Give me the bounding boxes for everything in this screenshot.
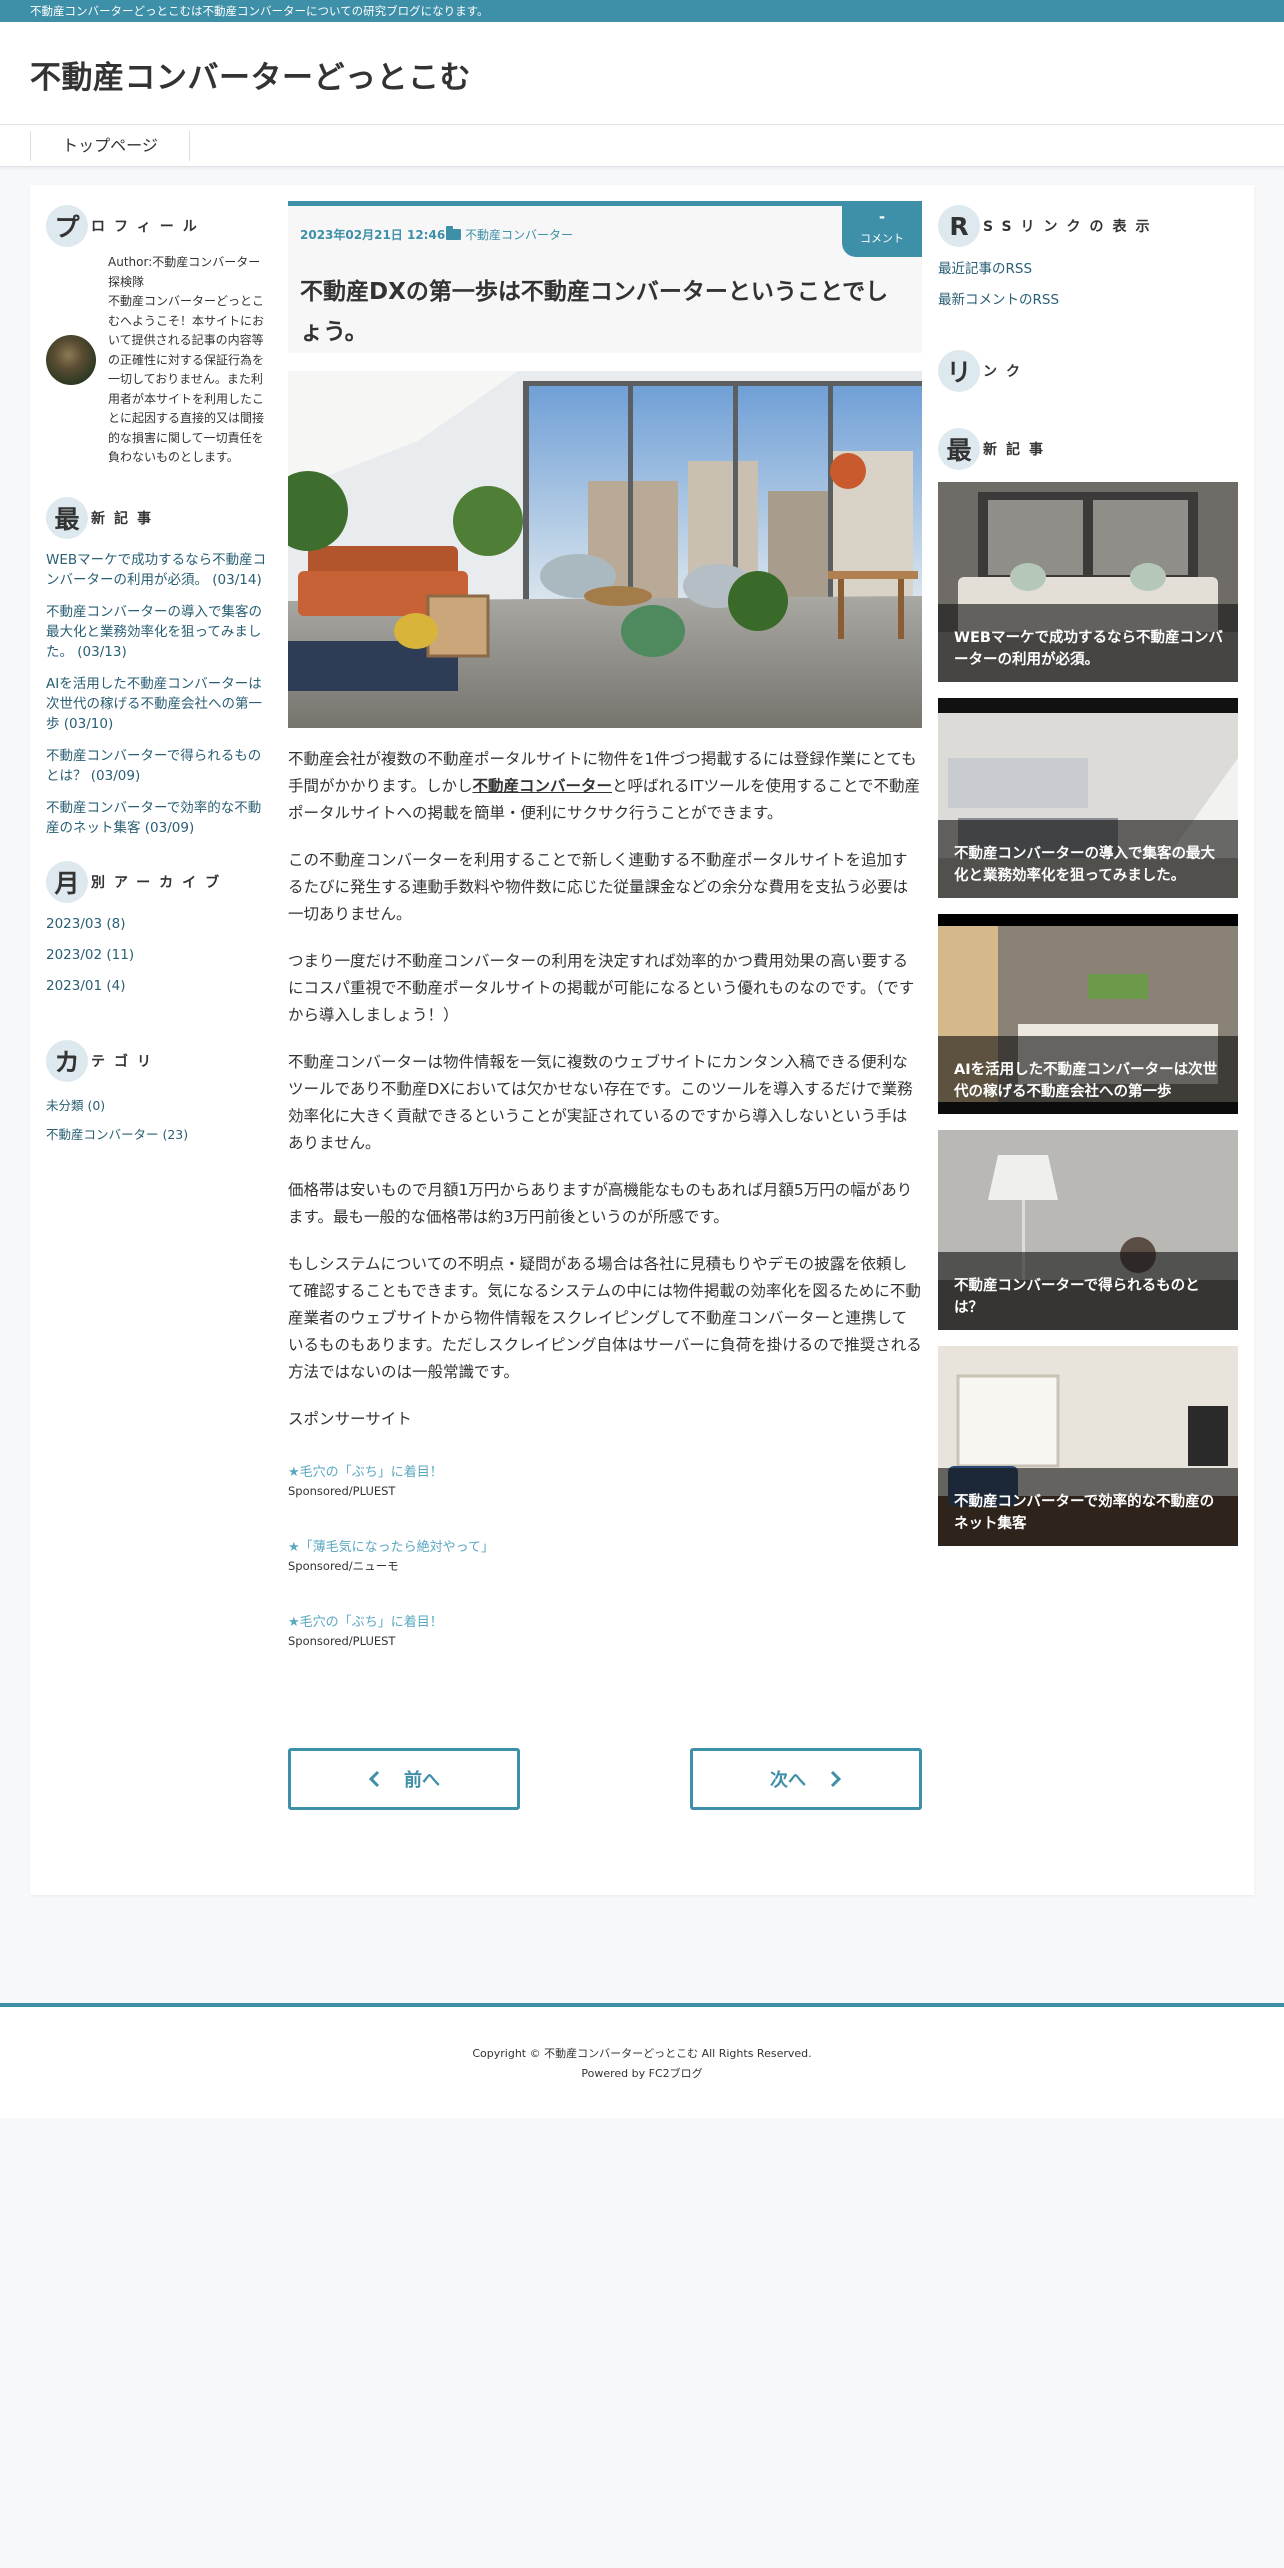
ad-source: Sponsored/ニューモ xyxy=(288,1559,399,1573)
sponsor-heading: スポンサーサイト xyxy=(288,1410,412,1428)
archive-title-rest: 別アーカイブ xyxy=(91,875,229,891)
archive-link[interactable]: 2023/03 (8) xyxy=(46,916,274,947)
recent-post-link[interactable]: 不動産コンバーターで効率的な不動産のネット集客 (03/09) xyxy=(46,798,274,838)
recent-post-card[interactable]: WEBマーケで成功するなら不動産コンバーターの利用が必須。 xyxy=(938,482,1238,682)
main-container: プ ロフィール Author:不動産コンバーター探検隊不動産コンバーターどっとこ… xyxy=(30,185,1254,1895)
recent-post-card[interactable]: 不動産コンバーターの導入で集客の最大化と業務効率化を狙ってみました。 xyxy=(938,698,1238,898)
card-caption: 不動産コンバーターで効率的な不動産のネット集客 xyxy=(938,1468,1238,1546)
living-room-illustration xyxy=(288,371,922,728)
rss-widget-title: R SSリンクの表示 xyxy=(938,205,1159,247)
recent-post-link[interactable]: 不動産コンバーターで得られるものとは？ (03/09) xyxy=(46,746,274,786)
recent-cards-title-initial: 最 xyxy=(938,428,980,470)
recent-posts-list: WEBマーケで成功するなら不動産コンバーターの利用が必須。 (03/14) 不動… xyxy=(46,550,274,850)
links-widget-title: リ ンク xyxy=(938,350,1029,392)
recent-cards-widget-title: 最 新記事 xyxy=(938,428,1052,470)
sponsored-ad: ★「薄毛気になったら絶対やって」 Sponsored/ニューモ xyxy=(288,1538,922,1575)
card-caption: AIを活用した不動産コンバーターは次世代の稼げる不動産会社への第一歩 xyxy=(938,1036,1238,1114)
sponsored-ad: ★毛穴の「ぶち」に着目！ Sponsored/PLUEST xyxy=(288,1463,922,1500)
article-paragraph: 不動産会社が複数の不動産ポータルサイトに物件を1件づつ掲載するには登録作業にとて… xyxy=(288,746,922,827)
profile-title-initial: プ xyxy=(46,205,88,247)
archive-widget-title: 月 別アーカイブ xyxy=(46,861,228,903)
article-paragraph: 不動産コンバーターは物件情報を一気に複数のウェブサイトにカンタン入稿できる便利な… xyxy=(288,1053,913,1152)
recent-post-link[interactable]: AIを活用した不動産コンバーターは次世代の稼げる不動産会社への第一歩 (03/1… xyxy=(46,674,274,734)
next-label: 次へ xyxy=(770,1770,806,1791)
global-nav: トップページ xyxy=(0,124,1284,167)
rss-recent-posts-link[interactable]: 最近記事のRSS xyxy=(938,257,1032,277)
links-title-rest: ンク xyxy=(983,364,1029,380)
ad-source: Sponsored/PLUEST xyxy=(288,1484,396,1498)
profile-text: Author:不動産コンバーター探検隊不動産コンバーターどっとこむへようこそ！本… xyxy=(108,253,268,468)
profile-title-rest: ロフィール xyxy=(91,219,206,235)
site-tagline: 不動産コンバーターどっとこむは不動産コンバーターについての研究ブログになります。 xyxy=(30,4,489,18)
category-link[interactable]: 未分類 (0) xyxy=(46,1095,274,1124)
powered-by: Powered by FC2ブログ xyxy=(581,2067,703,2080)
site-header: 不動産コンバーターどっとこむ xyxy=(0,22,1284,124)
recent-post-card[interactable]: AIを活用した不動産コンバーターは次世代の稼げる不動産会社への第一歩 xyxy=(938,914,1238,1114)
article-category-label: 不動産コンバーター xyxy=(465,228,574,242)
comment-count-tab[interactable]: - コメント xyxy=(842,201,922,257)
article-paragraph: 価格帯は安いもので月額1万円からありますが高機能なものもあれば月額5万円の幅があ… xyxy=(288,1181,913,1226)
comment-label: コメント xyxy=(860,232,904,245)
copyright: Copyright © 不動産コンバーターどっとこむ All Rights Re… xyxy=(472,2047,812,2060)
article-paragraph: つまり一度だけ不動産コンバーターの利用を決定すれば効率的かつ費用効果の高い要する… xyxy=(288,952,915,1024)
article-date: 2023年02月21日 12:46 xyxy=(300,228,446,242)
profile-line: Author:不動産コンバーター探検隊 xyxy=(108,255,261,289)
site-footer: Copyright © 不動産コンバーターどっとこむ All Rights Re… xyxy=(0,2003,1284,2118)
archive-title-initial: 月 xyxy=(46,861,88,903)
ad-source: Sponsored/PLUEST xyxy=(288,1634,396,1648)
keyword-link[interactable]: 不動産コンバーター xyxy=(472,777,612,795)
article-header: 2023年02月21日 12:46 不動産コンバーター - コメント 不動産DX… xyxy=(288,201,922,353)
comment-count: - xyxy=(878,208,886,226)
profile-widget-title: プ ロフィール xyxy=(46,205,206,247)
article-category-link[interactable]: 不動産コンバーター xyxy=(446,226,573,243)
rss-title-initial: R xyxy=(938,205,980,247)
recent-post-card[interactable]: 不動産コンバーターで得られるものとは？ xyxy=(938,1130,1238,1330)
prev-page-button[interactable]: 前へ xyxy=(288,1748,520,1810)
next-page-button[interactable]: 次へ xyxy=(690,1748,922,1810)
folder-icon xyxy=(446,226,461,240)
recent-cards-title-rest: 新記事 xyxy=(983,442,1052,458)
archive-link[interactable]: 2023/01 (4) xyxy=(46,978,274,1009)
rss-recent-comments-link[interactable]: 最新コメントのRSS xyxy=(938,288,1059,308)
nav-item-top-page[interactable]: トップページ xyxy=(30,131,190,161)
site-tagline-bar: 不動産コンバーターどっとこむは不動産コンバーターについての研究ブログになります。 xyxy=(0,0,1284,22)
chevron-left-icon xyxy=(368,1770,380,1788)
category-list: 未分類 (0) 不動産コンバーター (23) xyxy=(46,1095,274,1155)
profile-line: 不動産コンバーターどっとこむへようこそ！本サイトにおいて提供される記事の内容等の… xyxy=(108,294,265,464)
rss-title-rest: SSリンクの表示 xyxy=(983,219,1159,235)
card-caption: WEBマーケで成功するなら不動産コンバーターの利用が必須。 xyxy=(938,604,1238,682)
ad-title-link[interactable]: ★毛穴の「ぶち」に着目！ xyxy=(288,1463,922,1483)
article-hero-image xyxy=(288,371,922,728)
sponsored-ad: ★毛穴の「ぶち」に着目！ Sponsored/PLUEST xyxy=(288,1613,922,1650)
archive-link[interactable]: 2023/02 (11) xyxy=(46,947,274,978)
recent-post-card[interactable]: 不動産コンバーターで効率的な不動産のネット集客 xyxy=(938,1346,1238,1546)
chevron-right-icon xyxy=(830,1770,842,1788)
links-title-initial: リ xyxy=(938,350,980,392)
ad-title-link[interactable]: ★毛穴の「ぶち」に着目！ xyxy=(288,1613,922,1633)
prev-label: 前へ xyxy=(404,1770,440,1791)
article-title: 不動産DXの第一歩は不動産コンバーターということでしょう。 xyxy=(300,279,889,345)
ad-title-link[interactable]: ★「薄毛気になったら絶対やって」 xyxy=(288,1538,922,1558)
article-body: 不動産会社が複数の不動産ポータルサイトに物件を1件づつ掲載するには登録作業にとて… xyxy=(288,746,922,1688)
category-title-rest: テゴリ xyxy=(91,1054,160,1070)
recent-title-rest: 新記事 xyxy=(91,511,160,527)
category-title-initial: カ xyxy=(46,1040,88,1082)
card-caption: 不動産コンバーターで得られるものとは？ xyxy=(938,1252,1238,1330)
category-link[interactable]: 不動産コンバーター (23) xyxy=(46,1124,274,1155)
card-caption: 不動産コンバーターの導入で集客の最大化と業務効率化を狙ってみました。 xyxy=(938,820,1238,898)
archive-list: 2023/03 (8) 2023/02 (11) 2023/01 (4) xyxy=(46,916,274,1009)
recent-title-initial: 最 xyxy=(46,497,88,539)
recent-posts-widget-title: 最 新記事 xyxy=(46,497,160,539)
recent-post-link[interactable]: 不動産コンバーターの導入で集客の最大化と業務効率化を狙ってみました。 (03/1… xyxy=(46,602,274,662)
article-paragraph: この不動産コンバーターを利用することで新しく連動する不動産ポータルサイトを追加す… xyxy=(288,851,909,923)
category-widget-title: カ テゴリ xyxy=(46,1040,160,1082)
recent-post-link[interactable]: WEBマーケで成功するなら不動産コンバーターの利用が必須。 (03/14) xyxy=(46,550,274,590)
site-title-link[interactable]: 不動産コンバーターどっとこむ xyxy=(30,52,471,97)
article-paragraph: もしシステムについての不明点・疑問がある場合は各社に見積もりやデモの披露を依頼し… xyxy=(288,1255,922,1381)
author-avatar xyxy=(46,335,96,385)
